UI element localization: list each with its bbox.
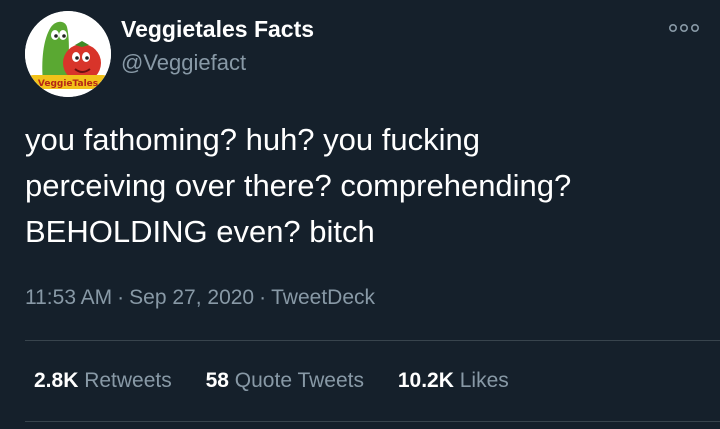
svg-text:VeggieTales: VeggieTales	[38, 79, 98, 89]
meta-separator: ·	[259, 286, 267, 309]
retweets-stat[interactable]: 2.8K Retweets	[34, 369, 172, 393]
likes-label: Likes	[459, 369, 509, 392]
more-options-icon[interactable]	[668, 18, 700, 38]
tweet-time[interactable]: 11:53 AM	[25, 286, 112, 309]
likes-stat[interactable]: 10.2K Likes	[398, 369, 509, 393]
avatar[interactable]: VeggieTales	[25, 11, 111, 97]
tweet-source[interactable]: TweetDeck	[271, 286, 375, 309]
tweet-date[interactable]: Sep 27, 2020	[129, 286, 254, 309]
tweet-text: you fathoming? huh? you fucking perceivi…	[25, 122, 572, 249]
retweets-label: Retweets	[84, 369, 172, 392]
likes-count: 10.2K	[397, 369, 454, 392]
author-handle[interactable]: @Veggiefact	[121, 50, 246, 76]
divider	[25, 340, 720, 341]
retweets-count: 2.8K	[34, 369, 79, 392]
divider	[25, 421, 720, 422]
tweet-meta: 11:53 AM · Sep 27, 2020 · TweetDeck	[25, 286, 375, 310]
quote-tweets-label: Quote Tweets	[234, 369, 364, 392]
quote-tweets-count: 58	[205, 369, 229, 392]
veggietales-avatar-icon: VeggieTales	[25, 11, 111, 97]
quote-tweets-stat[interactable]: 58 Quote Tweets	[206, 369, 364, 393]
tweet-stats: 2.8K Retweets 58 Quote Tweets 10.2K Like…	[34, 369, 537, 393]
tweet-card: VeggieTales Veggietales Facts @Veggiefac…	[0, 0, 720, 429]
author-display-name[interactable]: Veggietales Facts	[121, 16, 314, 43]
meta-separator: ·	[117, 286, 125, 309]
